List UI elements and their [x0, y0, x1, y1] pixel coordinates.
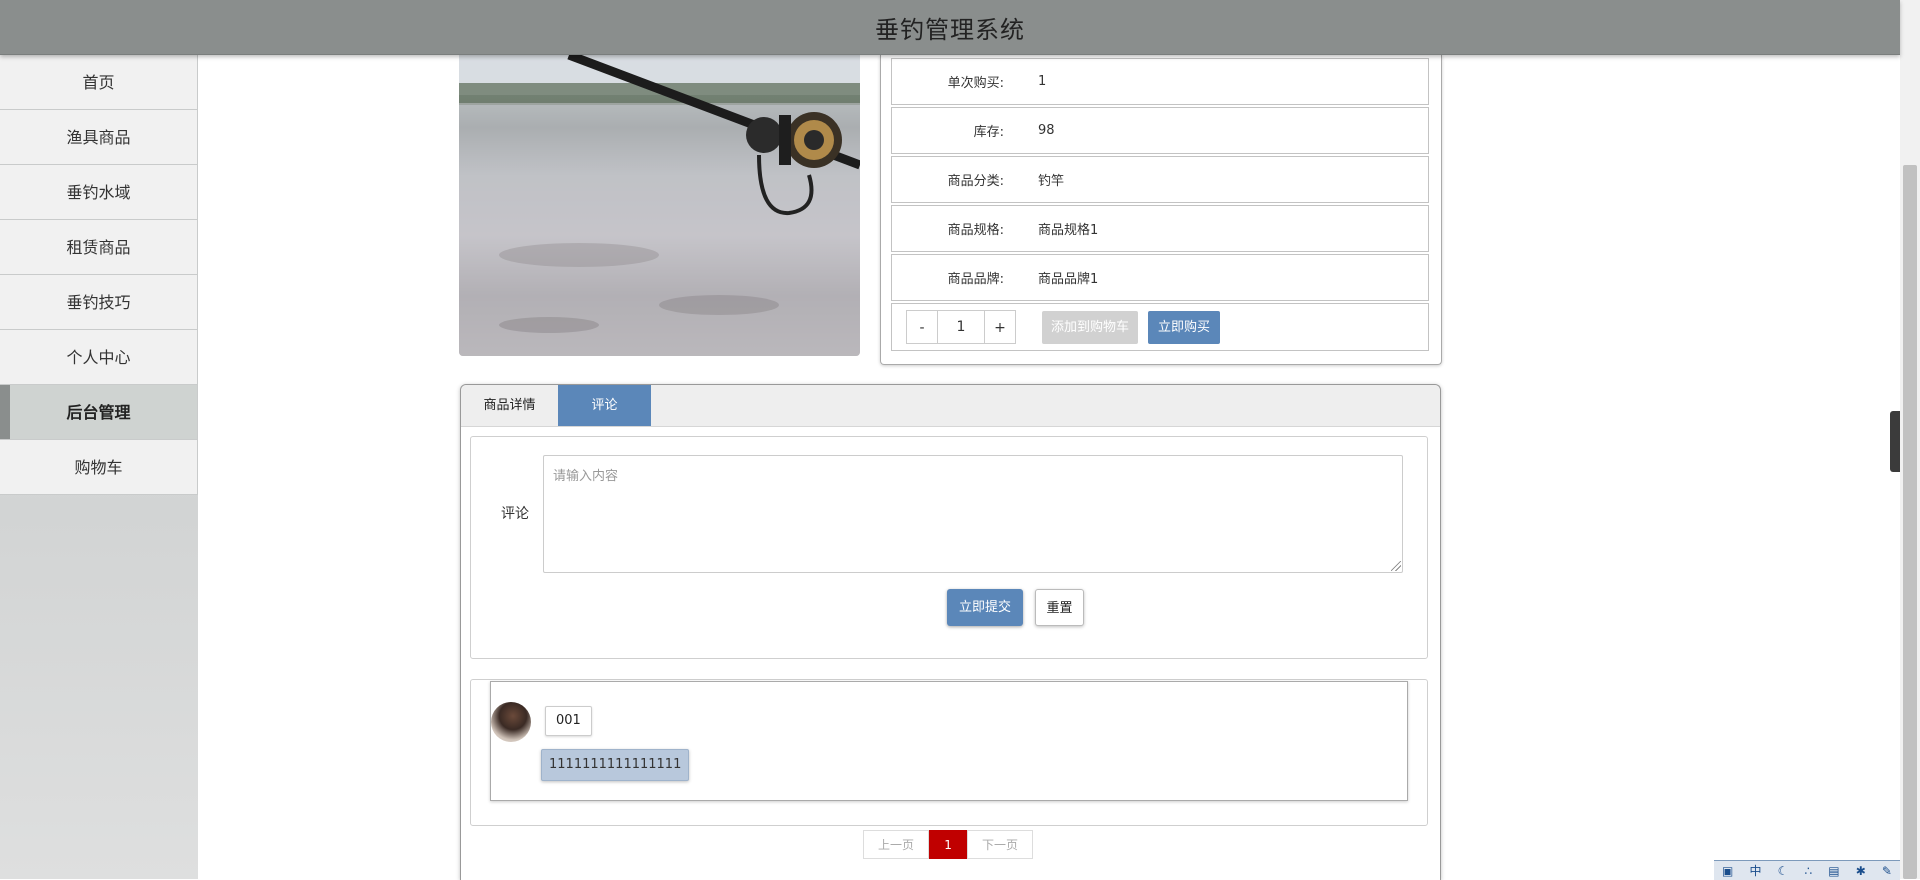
sidebar-item-personal-center[interactable]: 个人中心 [0, 330, 198, 385]
info-row-single-purchase: 单次购买: 1 [891, 58, 1429, 105]
submit-comment-button[interactable]: 立即提交 [947, 589, 1023, 626]
sidebar-item-fishing-gear[interactable]: 渔具商品 [0, 110, 198, 165]
sidebar-item-admin[interactable]: 后台管理 [0, 385, 198, 440]
fishing-reel-illustration [459, 55, 860, 356]
tray-settings-icon[interactable]: ✱ [1856, 864, 1866, 878]
sidebar-item-home[interactable]: 首页 [0, 55, 198, 110]
reset-button[interactable]: 重置 [1035, 589, 1084, 626]
pagination: 上一页 1 下一页 [863, 830, 1034, 859]
tab-bar: 商品详情 评论 [461, 385, 1440, 427]
sidebar-item-rental-goods[interactable]: 租赁商品 [0, 220, 198, 275]
quantity-increase-button[interactable]: + [984, 310, 1016, 344]
quantity-stepper: - 1 + [906, 310, 1016, 344]
info-label: 商品分类: [947, 174, 1004, 189]
info-value: 商品规格1 [1038, 223, 1099, 238]
product-image [459, 55, 860, 356]
info-row-spec: 商品规格: 商品规格1 [891, 205, 1429, 252]
comment-username: 001 [545, 706, 592, 736]
info-row-category: 商品分类: 钓竿 [891, 156, 1429, 203]
next-page-button[interactable]: 下一页 [967, 830, 1034, 859]
info-value: 98 [1038, 123, 1055, 138]
sidebar-nav: 首页 渔具商品 垂钓水域 租赁商品 垂钓技巧 个人中心 后台管理 购物车 [0, 55, 198, 879]
info-row-stock: 库存: 98 [891, 107, 1429, 154]
info-label: 商品规格: [947, 223, 1004, 238]
scrollbar-thumb[interactable] [1903, 165, 1917, 879]
comment-placeholder: 请输入内容 [553, 469, 619, 484]
tray-moon-icon[interactable]: ☾ [1778, 864, 1789, 878]
info-value: 1 [1038, 74, 1047, 89]
avatar [491, 702, 531, 742]
product-tabs: 商品详情 评论 评论 请输入内容 立即提交 重置 001 11111111111… [460, 384, 1441, 880]
info-label: 库存: [973, 125, 1004, 140]
tray-tool-icon[interactable]: ✎ [1882, 864, 1892, 878]
comment-text: 1111111111111111 [541, 749, 690, 781]
purchase-actions-row: - 1 + 添加到购物车 立即购买 [891, 303, 1429, 351]
quantity-decrease-button[interactable]: - [906, 310, 938, 344]
top-header: 垂钓管理系统 [0, 0, 1900, 55]
page-scrollbar[interactable] [1900, 0, 1920, 879]
info-value: 商品品牌1 [1038, 272, 1099, 287]
info-label: 单次购买: [947, 76, 1004, 91]
sidebar-item-fishing-tips[interactable]: 垂钓技巧 [0, 275, 198, 330]
tab-comments[interactable]: 评论 [558, 385, 651, 426]
tray-keyboard-icon[interactable]: ▤ [1828, 864, 1839, 878]
comment-form: 评论 请输入内容 立即提交 重置 [470, 436, 1428, 659]
quantity-input[interactable]: 1 [938, 310, 984, 344]
tray-ime-icon[interactable]: 中 [1750, 862, 1762, 879]
info-value: 钓竿 [1038, 174, 1065, 189]
product-info-panel: 单次购买: 1 库存: 98 商品分类: 钓竿 商品规格: 商品规格1 商品品牌… [880, 55, 1442, 365]
sidebar-item-fishing-waters[interactable]: 垂钓水域 [0, 165, 198, 220]
tray-app-icon[interactable]: ▣ [1722, 864, 1733, 878]
comment-textarea[interactable]: 请输入内容 [543, 455, 1403, 573]
tray-dots-icon[interactable]: ∴ [1805, 864, 1813, 878]
comment-list: 001 1111111111111111 [470, 679, 1428, 826]
info-label: 商品品牌: [947, 272, 1004, 287]
system-tray: ▣ 中 ☾ ∴ ▤ ✱ ✎ [1714, 860, 1900, 880]
info-row-brand: 商品品牌: 商品品牌1 [891, 254, 1429, 301]
app-title: 垂钓管理系统 [875, 15, 1025, 44]
comment-item: 001 1111111111111111 [490, 681, 1408, 801]
page-number-current[interactable]: 1 [929, 830, 968, 859]
prev-page-button[interactable]: 上一页 [863, 830, 930, 859]
resize-grip-icon[interactable] [1391, 561, 1401, 571]
sidebar-item-cart[interactable]: 购物车 [0, 440, 198, 495]
add-to-cart-button[interactable]: 添加到购物车 [1042, 310, 1139, 344]
comment-label: 评论 [501, 506, 529, 522]
tab-product-details[interactable]: 商品详情 [461, 385, 558, 426]
buy-now-button[interactable]: 立即购买 [1148, 310, 1221, 344]
